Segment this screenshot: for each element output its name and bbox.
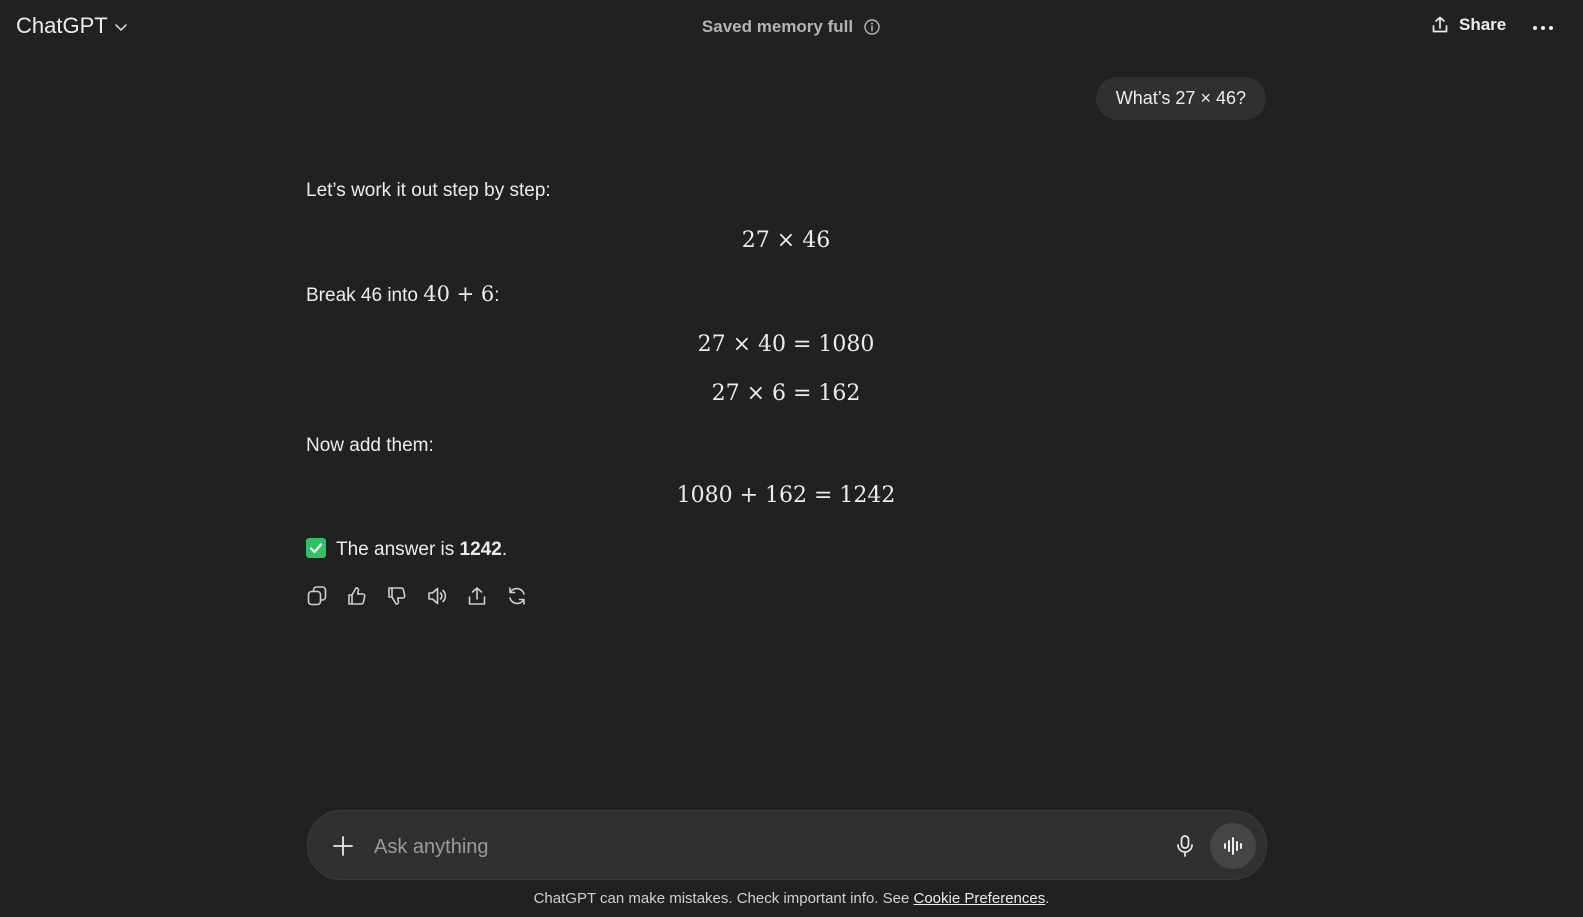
answer-value: 1242 [459,539,502,560]
read-aloud-button[interactable] [426,585,448,607]
model-switcher[interactable]: ChatGPT [16,13,128,39]
break-text: Break 46 into [306,285,424,306]
thumbs-up-icon [348,587,366,605]
share-button[interactable]: Share [1430,15,1506,35]
disclaimer-suffix: . [1045,890,1050,907]
assistant-intro: Let’s work it out step by step: [306,180,551,201]
more-options-button[interactable] [1530,18,1556,38]
add-paragraph: Now add them: [306,435,434,456]
answer-prefix: The answer is [336,539,460,560]
break-math: 40 + 6 [423,282,495,306]
chevron-down-icon [114,24,127,31]
ellipsis-icon [1533,26,1553,30]
disclaimer: ChatGPT can make mistakes. Check importa… [0,890,1583,907]
thumbs-down-icon [388,587,406,605]
equation-step-2: 27 × 6 = 162 [711,381,861,406]
microphone-icon[interactable] [1172,833,1198,859]
thumbs-up-button[interactable] [346,585,368,607]
chatgpt-page: ChatGPT Saved memory full Share What’s 2… [0,0,1583,917]
memory-status-text: Saved memory full [701,17,854,36]
answer-suffix: . [501,539,508,560]
prompt-input[interactable] [372,829,1136,865]
cookie-preferences-link[interactable]: Cookie Preferences [913,890,1045,907]
user-message-bubble: What’s 27 × 46? [1095,77,1266,120]
model-name: ChatGPT [16,13,108,38]
regenerate-button[interactable] [506,585,528,607]
copy-icon [307,586,327,606]
break-suffix: : [494,285,500,306]
thumbs-down-button[interactable] [386,585,408,607]
copy-button[interactable] [306,585,328,607]
plus-icon[interactable] [330,833,356,859]
share-icon [1432,16,1448,33]
answer-paragraph: The answer is 1242. [306,538,507,561]
equation-main: 27 × 46 [741,228,831,253]
disclaimer-text: ChatGPT can make mistakes. Check importa… [533,890,914,907]
refresh-icon [509,587,525,605]
voice-waveform-icon [1224,837,1242,855]
upload-icon [468,587,486,605]
speaker-icon [428,587,447,605]
check-mark-icon [306,538,326,558]
memory-status: Saved memory full [0,17,1583,37]
voice-mode-button[interactable] [1210,823,1256,869]
share-label: Share [1459,15,1507,34]
message-actions [306,585,528,607]
share-message-button[interactable] [466,585,488,607]
equation-step-1: 27 × 40 = 1080 [697,332,875,357]
info-icon[interactable] [863,18,881,36]
break-paragraph: Break 46 into 40 + 6: [306,282,500,307]
message-composer [307,810,1267,880]
equation-sum: 1080 + 162 = 1242 [676,483,896,508]
